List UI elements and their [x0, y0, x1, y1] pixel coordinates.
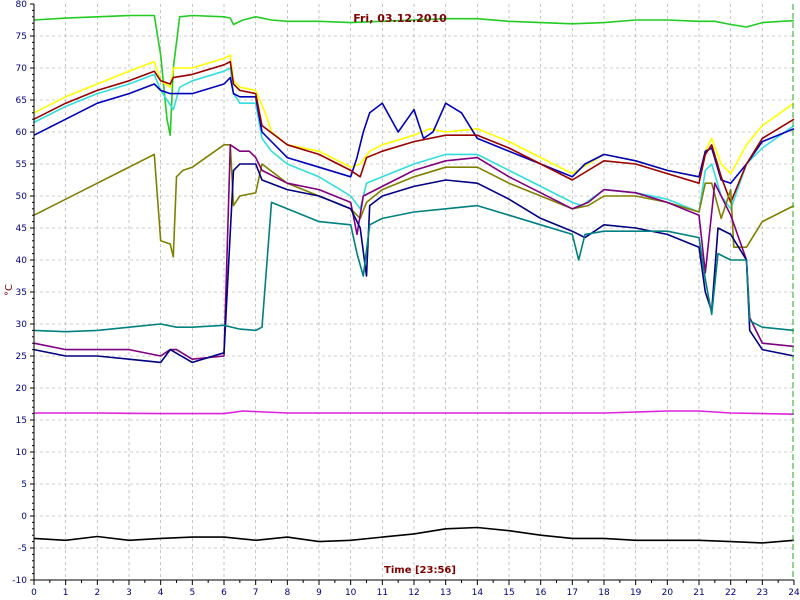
y-tick-label: 40: [16, 256, 28, 266]
y-tick-label: 55: [16, 160, 27, 170]
y-tick-label: 15: [16, 416, 27, 426]
y-tick-label: 75: [16, 32, 27, 42]
x-tick-label: 12: [408, 588, 419, 598]
x-tick-label: 14: [472, 588, 484, 598]
x-tick-label: 19: [630, 588, 642, 598]
x-tick-label: 15: [503, 588, 514, 598]
y-tick-label: 25: [16, 352, 27, 362]
x-tick-label: 22: [725, 588, 736, 598]
y-tick-label: 30: [16, 320, 28, 330]
x-tick-label: 0: [31, 588, 37, 598]
x-tick-label: 4: [158, 588, 164, 598]
y-tick-label: 45: [16, 224, 27, 234]
x-tick-label: 9: [316, 588, 322, 598]
x-tick-label: 18: [598, 588, 610, 598]
y-tick-label: 65: [16, 96, 27, 106]
x-tick-label: 13: [440, 588, 451, 598]
x-tick-label: 24: [788, 588, 800, 598]
y-tick-label: 10: [16, 448, 28, 458]
x-axis-title: Time [23:56]: [384, 565, 456, 576]
chart-title: Fri, 03.12.2010: [353, 12, 447, 25]
y-tick-label: -5: [18, 544, 27, 554]
x-tick-label: 17: [567, 588, 578, 598]
x-tick-label: 23: [757, 588, 768, 598]
x-tick-label: 5: [189, 588, 195, 598]
x-tick-label: 8: [284, 588, 290, 598]
x-tick-label: 2: [94, 588, 100, 598]
x-tick-label: 16: [535, 588, 547, 598]
y-tick-label: 0: [21, 512, 27, 522]
chart-background: [0, 0, 800, 600]
temperature-chart: 0 1 2 3 4 5 6 7 8 9 10 11 12 13 14 15 16 17 18 19 20 21 22 23 24…: [0, 0, 800, 600]
x-tick-label: 11: [377, 588, 388, 598]
y-tick-label: -10: [12, 576, 27, 586]
x-tick-label: 7: [253, 588, 259, 598]
y-tick-label: 70: [16, 64, 28, 74]
y-tick-label: 60: [16, 128, 28, 138]
x-tick-label: 20: [662, 588, 674, 598]
x-tick-label: 3: [126, 588, 132, 598]
x-tick-label: 6: [221, 588, 227, 598]
y-tick-label: 5: [21, 480, 27, 490]
y-axis-title: °C: [4, 284, 15, 296]
x-tick-label: 10: [345, 588, 357, 598]
y-tick-label: 50: [16, 192, 28, 202]
y-tick-label: 80: [16, 0, 28, 10]
y-tick-label: 20: [16, 384, 28, 394]
x-tick-label: 1: [63, 588, 69, 598]
x-tick-label: 21: [693, 588, 704, 598]
y-tick-label: 35: [16, 288, 27, 298]
